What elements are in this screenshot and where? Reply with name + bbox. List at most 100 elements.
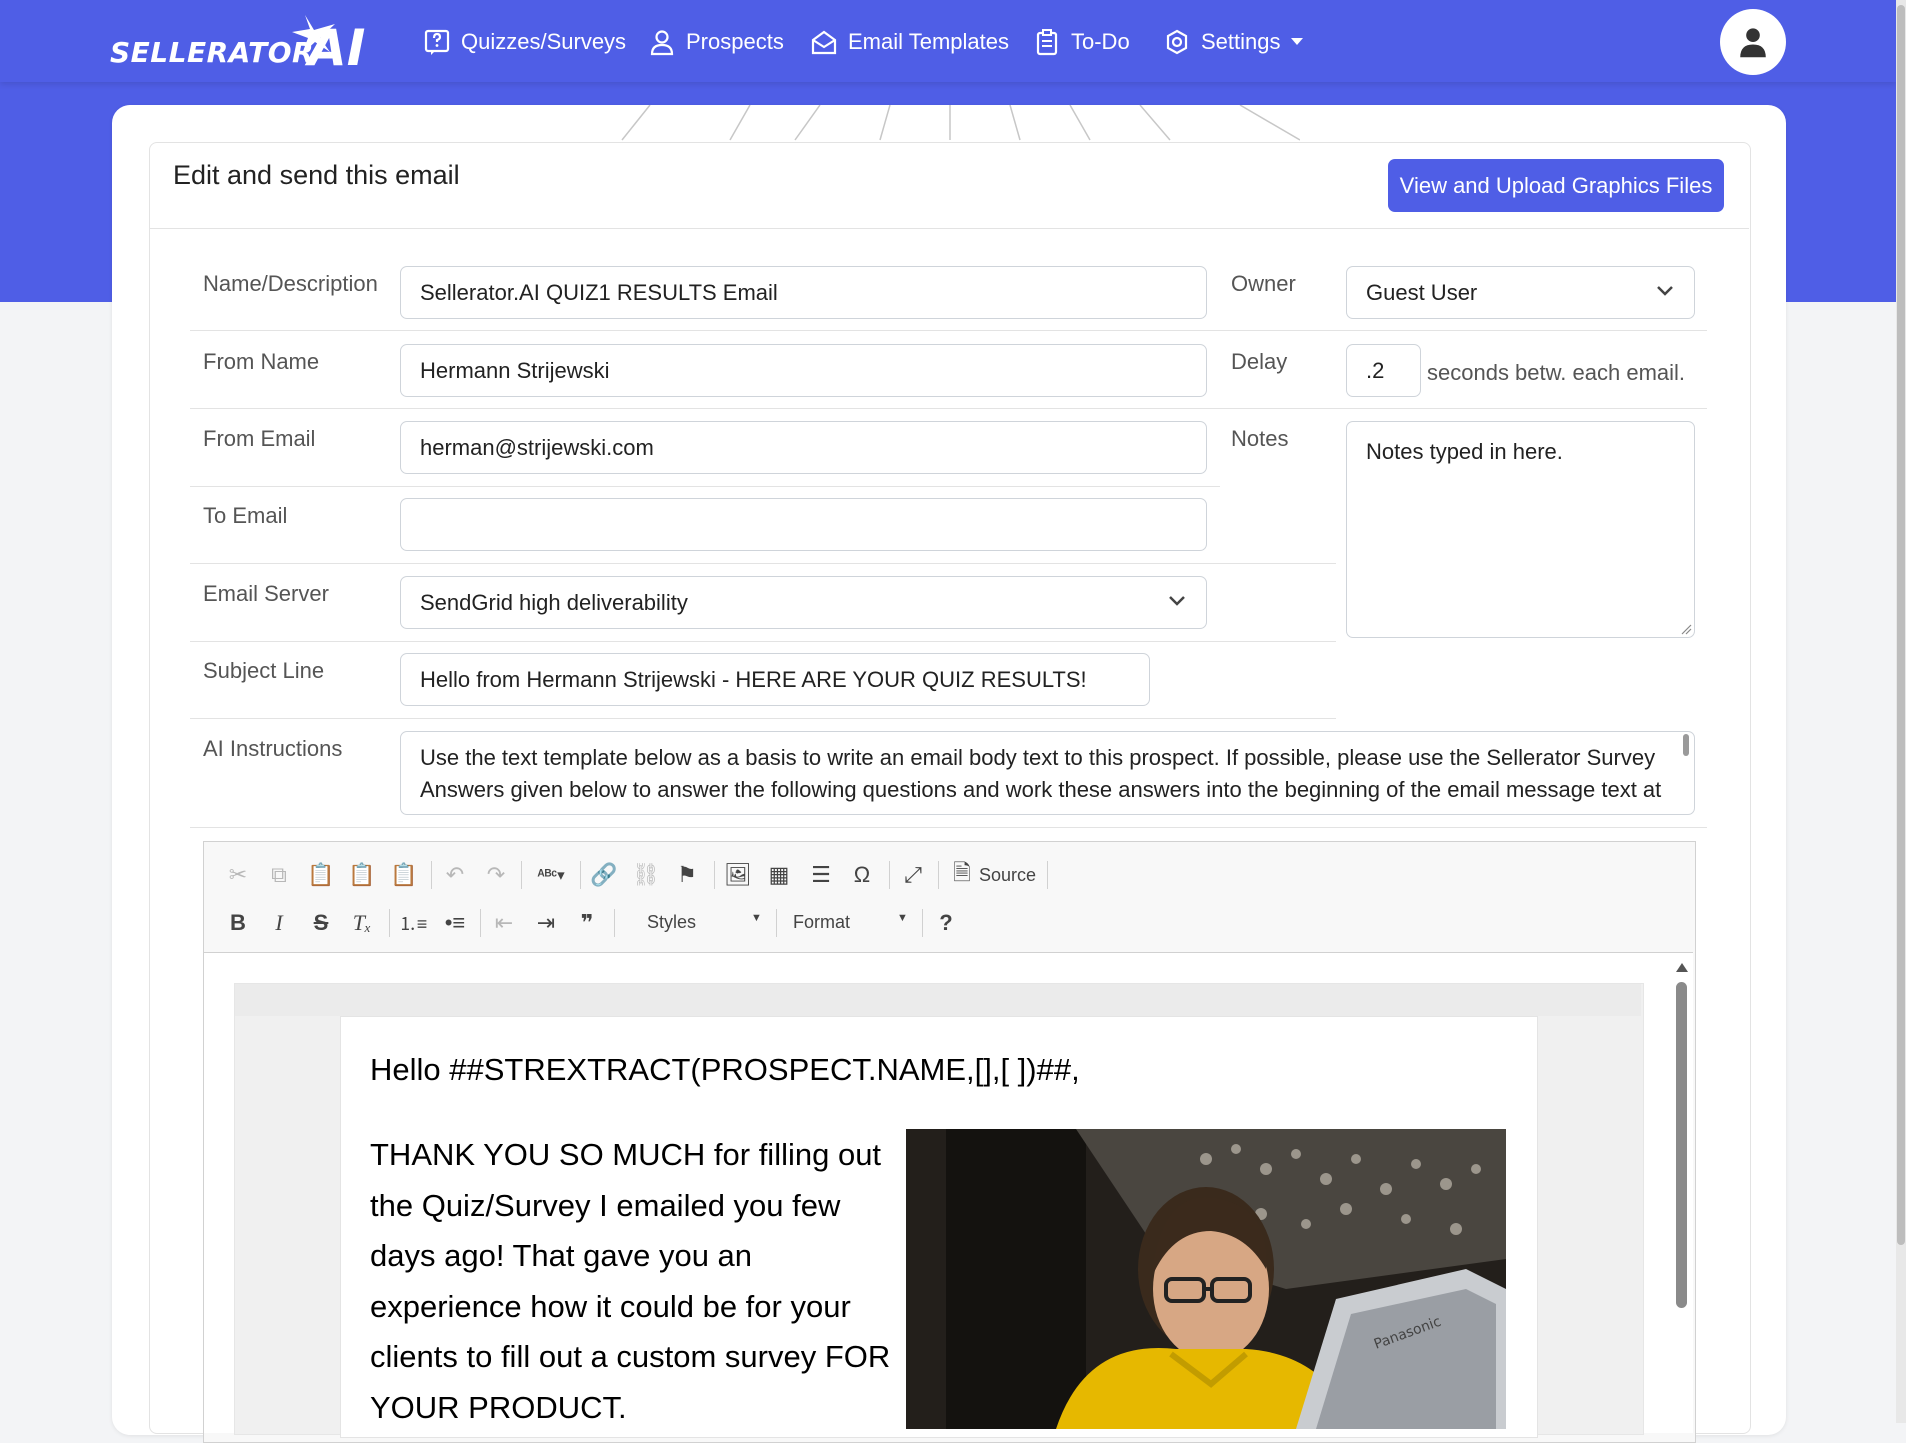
styles-caret-icon[interactable]: ▼: [751, 912, 762, 924]
resize-handle-icon[interactable]: [1680, 623, 1692, 635]
delay-input[interactable]: .2: [1346, 344, 1421, 397]
bulleted-list-icon[interactable]: •≡: [438, 906, 472, 940]
ai-instructions-textarea[interactable]: Use the text template below as a basis t…: [400, 731, 1695, 815]
chevron-down-icon: [1657, 286, 1673, 296]
top-navbar: SELLERATOR AI Quizzes/Surveys Prospects …: [0, 0, 1896, 82]
delay-label: Delay: [1231, 349, 1288, 374]
styles-dropdown-label[interactable]: Styles: [647, 912, 696, 933]
indent-icon[interactable]: ⇥: [529, 906, 563, 940]
row-divider: [190, 827, 1707, 828]
editor-document-header-band: [235, 984, 1641, 1016]
nav-email-templates[interactable]: Email Templates: [810, 22, 1009, 62]
name-description-input[interactable]: Sellerator.AI QUIZ1 RESULTS Email: [400, 266, 1207, 319]
strikethrough-icon[interactable]: S: [304, 906, 338, 940]
toolbar-separator: [580, 861, 581, 889]
question-square-icon: [424, 29, 450, 55]
row-divider: [190, 641, 1336, 642]
toolbar-separator: [776, 909, 777, 937]
toolbar-separator: [922, 909, 923, 937]
to-email-input[interactable]: [400, 498, 1207, 551]
outdent-icon[interactable]: ⇤: [487, 906, 521, 940]
owner-label: Owner: [1231, 271, 1296, 296]
unlink-icon[interactable]: ⛓: [629, 858, 663, 892]
undo-icon[interactable]: ↶: [438, 858, 472, 892]
scroll-up-arrow-icon[interactable]: [1676, 963, 1688, 973]
link-icon[interactable]: 🔗: [587, 858, 621, 892]
decorative-lines: [621, 105, 1300, 141]
sellerator-logo[interactable]: SELLERATOR AI: [110, 12, 385, 72]
paste-icon[interactable]: 📋: [304, 858, 338, 892]
source-button-label[interactable]: Source: [979, 865, 1036, 886]
bold-icon[interactable]: B: [221, 906, 255, 940]
nav-quizzes-surveys[interactable]: Quizzes/Surveys: [423, 22, 626, 62]
to-email-label: To Email: [203, 503, 288, 528]
email-server-value: SendGrid high deliverability: [420, 589, 688, 615]
toolbar-separator: [431, 861, 432, 889]
spellcheck-icon[interactable]: ᴬᴮᶜ▾: [528, 858, 574, 892]
toolbar-separator: [1047, 861, 1048, 889]
editor-scrollbar-thumb[interactable]: [1676, 982, 1687, 1308]
format-caret-icon[interactable]: ▼: [897, 912, 908, 924]
row-divider: [190, 486, 1220, 487]
notes-label: Notes: [1231, 426, 1289, 451]
toolbar-separator: [889, 861, 890, 889]
delay-suffix-text: seconds betw. each email.: [1427, 360, 1686, 385]
gear-icon: [1166, 29, 1188, 55]
paste-text-icon[interactable]: 📋: [345, 858, 379, 892]
redo-icon[interactable]: ↷: [479, 858, 513, 892]
format-dropdown-label[interactable]: Format: [793, 912, 850, 933]
from-name-label: From Name: [203, 349, 320, 374]
from-email-label: From Email: [203, 426, 316, 451]
from-name-input[interactable]: Hermann Strijewski: [400, 344, 1207, 397]
email-greeting-text[interactable]: Hello ##STREXTRACT(PROSPECT.NAME,[],[ ])…: [370, 1052, 1080, 1088]
remove-format-icon[interactable]: Tₓ: [345, 906, 379, 940]
maximize-icon[interactable]: ⤢: [896, 858, 930, 892]
subject-line-label: Subject Line: [203, 658, 325, 683]
svg-text:SELLERATOR: SELLERATOR: [110, 36, 314, 69]
nav-settings[interactable]: Settings: [1163, 22, 1303, 62]
nav-label: To-Do: [1071, 29, 1130, 54]
italic-icon[interactable]: I: [262, 906, 296, 940]
source-doc-icon[interactable]: 🗎: [945, 858, 979, 892]
image-icon[interactable]: 🖼: [721, 858, 755, 892]
toolbar-separator: [389, 909, 390, 937]
author-photo[interactable]: Panasonic: [906, 1129, 1506, 1429]
cut-icon[interactable]: ✂: [221, 858, 255, 892]
toolbar-separator: [714, 861, 715, 889]
page-scrollbar-thumb[interactable]: [1897, 5, 1905, 1245]
subject-line-input[interactable]: Hello from Hermann Strijewski - HERE ARE…: [400, 653, 1150, 706]
anchor-flag-icon[interactable]: ⚑: [670, 858, 704, 892]
numbered-list-icon[interactable]: ⒈≡: [396, 906, 430, 940]
copy-icon[interactable]: ⧉: [262, 858, 296, 892]
nav-prospects[interactable]: Prospects: [648, 22, 784, 62]
owner-select-value: Guest User: [1366, 279, 1478, 305]
nav-label: Settings: [1201, 29, 1281, 54]
blockquote-icon[interactable]: ❞: [570, 906, 604, 940]
ai-textarea-scroll-thumb[interactable]: [1683, 734, 1689, 756]
name-description-label: Name/Description: [203, 271, 378, 296]
help-question-icon[interactable]: ?: [929, 906, 963, 940]
notes-textarea[interactable]: Notes typed in here.: [1346, 421, 1695, 638]
paste-word-icon[interactable]: 📋: [387, 858, 421, 892]
email-server-label: Email Server: [203, 581, 329, 606]
ai-instructions-label: AI Instructions: [203, 736, 343, 761]
owner-select[interactable]: Guest User: [1346, 266, 1695, 319]
row-divider: [190, 718, 1336, 719]
user-avatar-button[interactable]: [1720, 9, 1786, 75]
email-server-select[interactable]: SendGrid high deliverability: [400, 576, 1207, 629]
svg-text:AI: AI: [304, 19, 365, 72]
nav-label: Quizzes/Surveys: [461, 29, 627, 54]
nav-to-do[interactable]: To-Do: [1033, 22, 1130, 62]
toolbar-separator: [938, 861, 939, 889]
table-icon[interactable]: ▦: [762, 858, 796, 892]
email-body-paragraph[interactable]: THANK YOU SO MUCH for filling out the Qu…: [370, 1130, 910, 1433]
view-upload-graphics-button[interactable]: View and Upload Graphics Files: [1388, 159, 1724, 212]
nav-label: Email Templates: [848, 29, 1009, 54]
caret-down-icon: [1290, 38, 1303, 45]
clipboard-icon: [1036, 29, 1058, 56]
from-email-input[interactable]: herman@strijewski.com: [400, 421, 1207, 474]
horizontal-line-icon[interactable]: ☰: [804, 858, 838, 892]
special-char-omega-icon[interactable]: Ω: [845, 858, 879, 892]
row-divider: [190, 408, 1707, 409]
toolbar-separator: [480, 909, 481, 937]
